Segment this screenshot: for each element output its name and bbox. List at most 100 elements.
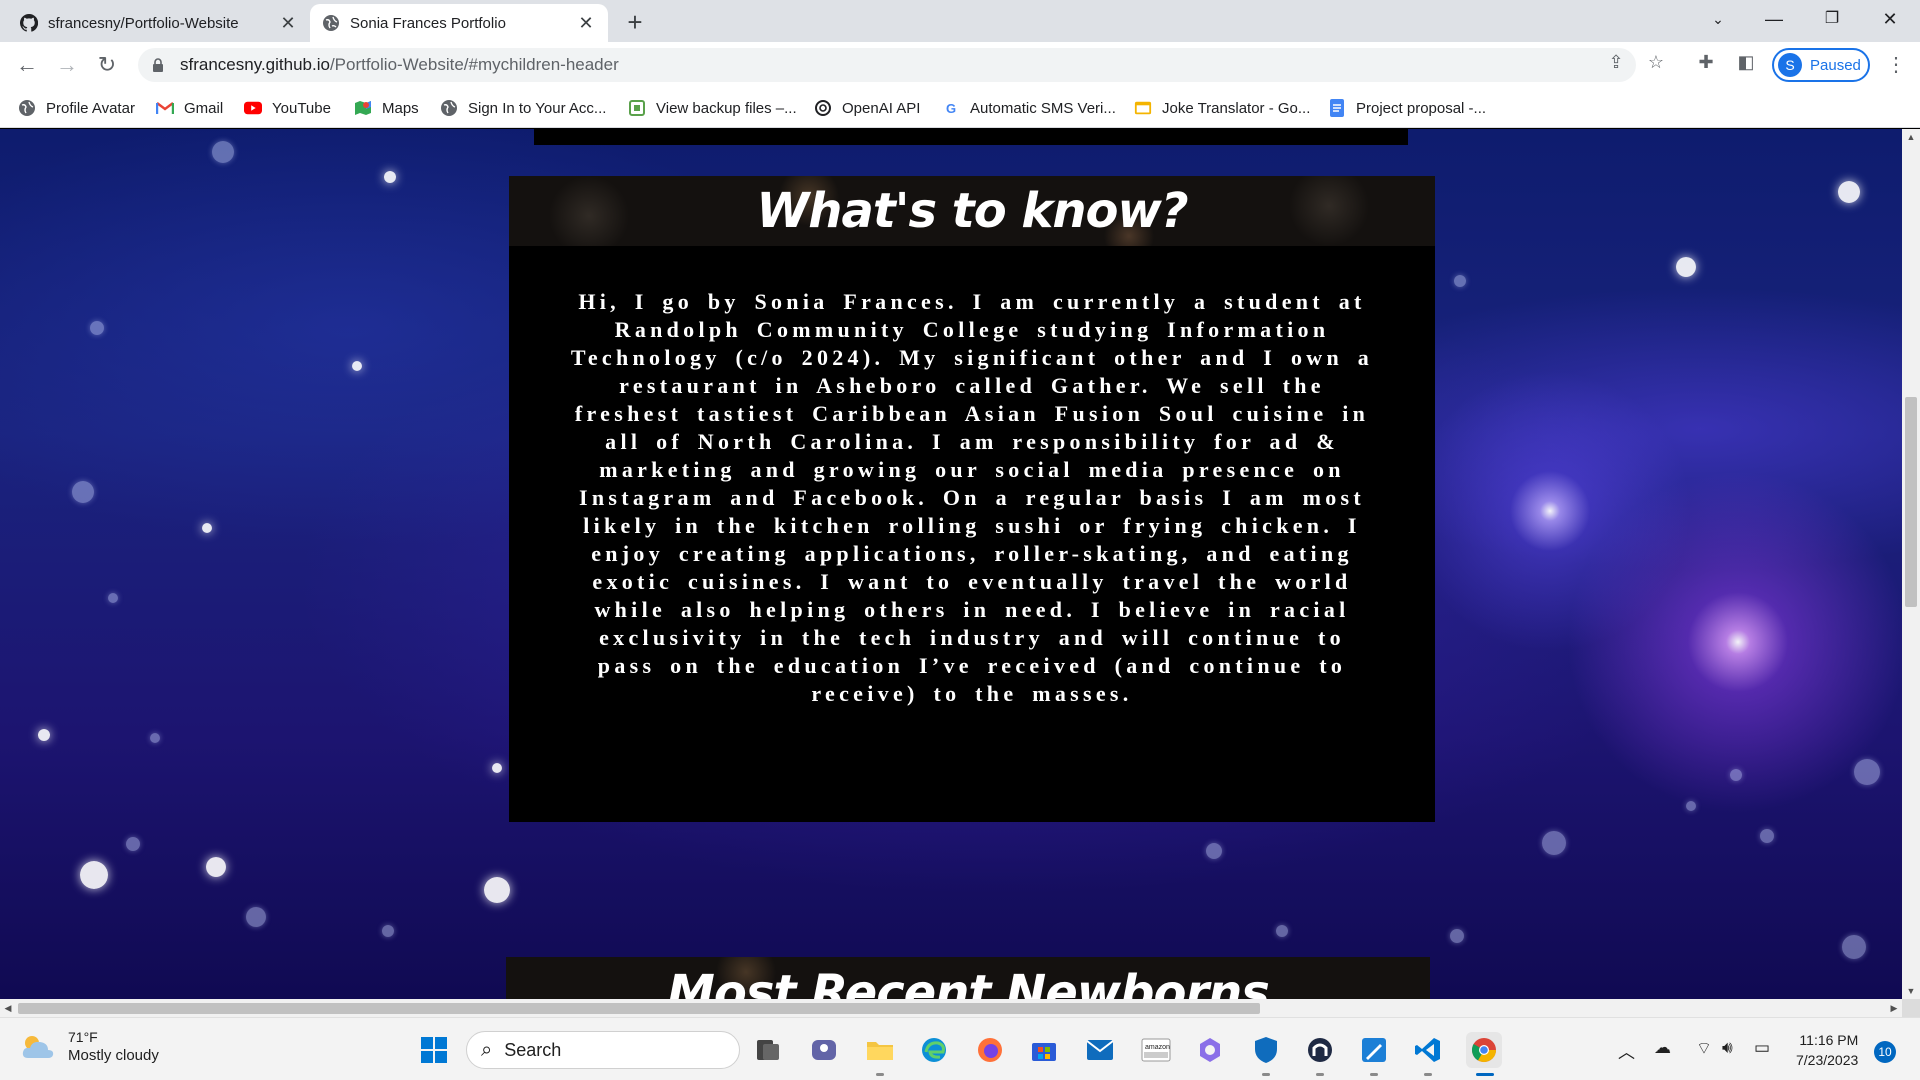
- share-icon[interactable]: ⇪: [1604, 50, 1628, 74]
- scrollbar-thumb[interactable]: [18, 1003, 1260, 1014]
- menu-icon[interactable]: ⋮: [1884, 50, 1908, 80]
- reload-icon[interactable]: ↻: [92, 50, 122, 80]
- bookmark-maps[interactable]: Maps: [354, 96, 419, 120]
- back-icon[interactable]: ←: [12, 50, 42, 80]
- paint-icon[interactable]: [1356, 1032, 1392, 1068]
- scrollbar-thumb[interactable]: [1905, 397, 1917, 607]
- running-indicator: [1370, 1073, 1378, 1076]
- previous-section-bottom: [534, 129, 1408, 145]
- store-icon[interactable]: [1026, 1032, 1062, 1068]
- bookmark-backup-files[interactable]: View backup files –...: [628, 96, 797, 120]
- star-decoration: [1842, 935, 1866, 959]
- google-icon: G: [945, 100, 957, 116]
- weather-temp: 71°F: [68, 1029, 98, 1045]
- weather-condition: Mostly cloudy: [68, 1047, 159, 1064]
- minimize-icon[interactable]: —: [1752, 4, 1796, 34]
- task-view-icon[interactable]: [750, 1032, 786, 1068]
- star-decoration: [206, 857, 226, 877]
- onedrive-icon[interactable]: ☁: [1654, 1038, 1671, 1058]
- url-path: /Portfolio-Website/#mychildren-header: [329, 55, 619, 74]
- bookmark-gmail[interactable]: Gmail: [156, 96, 223, 120]
- profile-button[interactable]: S Paused: [1772, 48, 1870, 82]
- teams-icon[interactable]: [806, 1032, 842, 1068]
- bookmark-label: OpenAI API: [842, 99, 921, 117]
- scroll-right-icon[interactable]: ▶: [1886, 999, 1902, 1017]
- scroll-left-icon[interactable]: ◀: [0, 999, 16, 1017]
- start-icon[interactable]: [416, 1032, 452, 1068]
- side-panel-icon[interactable]: ◧: [1734, 50, 1758, 74]
- notification-badge[interactable]: 10: [1874, 1041, 1896, 1063]
- amazon-icon[interactable]: amazon: [1138, 1032, 1174, 1068]
- bookmark-project-proposal[interactable]: Project proposal -...: [1328, 96, 1486, 120]
- wifi-icon[interactable]: ⌔: [1696, 1038, 1712, 1059]
- star-decoration: [1454, 275, 1466, 287]
- tab-title: Sonia Frances Portfolio: [350, 14, 506, 32]
- star-decoration: [384, 171, 396, 183]
- gmail-icon: [156, 99, 174, 117]
- bookmark-star-icon[interactable]: ☆: [1644, 50, 1668, 74]
- close-icon[interactable]: ✕: [576, 13, 596, 33]
- scroll-down-icon[interactable]: ▼: [1902, 983, 1920, 999]
- star-decoration: [1838, 181, 1860, 203]
- scroll-up-icon[interactable]: ▲: [1902, 129, 1920, 145]
- tab-search-icon[interactable]: ⌄: [1696, 4, 1740, 34]
- page-viewport[interactable]: What's to know? Hi, I go by Sonia France…: [0, 129, 1902, 999]
- lock-icon[interactable]: [152, 58, 166, 72]
- close-window-icon[interactable]: ✕: [1868, 4, 1912, 34]
- tab-strip: sfrancesny/Portfolio-Website ✕ Sonia Fra…: [0, 0, 1920, 42]
- github-icon: [20, 14, 38, 32]
- star-decoration: [1686, 801, 1696, 811]
- vscode-icon[interactable]: [1410, 1032, 1446, 1068]
- volume-icon[interactable]: 🔊︎: [1722, 1038, 1733, 1058]
- star-decoration: [246, 907, 266, 927]
- chrome-icon[interactable]: [1466, 1032, 1502, 1068]
- star-decoration: [150, 733, 160, 743]
- docs-icon: [1328, 99, 1346, 117]
- star-decoration: [352, 361, 362, 371]
- clock-time: 11:16 PM: [1799, 1032, 1859, 1048]
- star-decoration: [212, 141, 234, 163]
- battery-icon[interactable]: ▭: [1754, 1038, 1770, 1058]
- star-decoration: [38, 729, 50, 741]
- file-explorer-icon[interactable]: [862, 1032, 898, 1068]
- tab-portfolio[interactable]: Sonia Frances Portfolio ✕: [310, 4, 608, 42]
- forward-icon[interactable]: →: [52, 50, 82, 80]
- edge-icon[interactable]: [916, 1032, 952, 1068]
- chevron-up-icon[interactable]: ︿: [1618, 1038, 1635, 1063]
- bookmark-sms-verification[interactable]: G Automatic SMS Veri...: [942, 96, 1116, 120]
- mail-icon[interactable]: [1082, 1032, 1118, 1068]
- taskbar-search[interactable]: ⌕ Search: [466, 1031, 740, 1069]
- restore-icon[interactable]: ❐: [1810, 4, 1854, 34]
- new-tab-button[interactable]: +: [620, 8, 650, 38]
- bookmark-profile-avatar[interactable]: Profile Avatar: [18, 96, 135, 120]
- vpn-icon[interactable]: [1302, 1032, 1338, 1068]
- browser-toolbar: ← → ↻ sfrancesny.github.io/Portfolio-Web…: [0, 42, 1920, 88]
- youtube-icon: [244, 99, 262, 117]
- bookmark-youtube[interactable]: YouTube: [244, 96, 331, 120]
- star-decoration: [1676, 257, 1696, 277]
- bookmark-joke-translator[interactable]: Joke Translator - Go...: [1134, 96, 1310, 120]
- close-icon[interactable]: ✕: [278, 13, 298, 33]
- vertical-scrollbar[interactable]: ▲ ▼: [1902, 129, 1920, 999]
- svg-text:amazon: amazon: [1145, 1044, 1170, 1051]
- horizontal-scrollbar[interactable]: ◀ ▶: [0, 999, 1902, 1017]
- extensions-icon[interactable]: ✚: [1694, 50, 1718, 74]
- star-decoration: [382, 925, 394, 937]
- tab-github[interactable]: sfrancesny/Portfolio-Website ✕: [8, 4, 310, 42]
- defender-icon[interactable]: [1248, 1032, 1284, 1068]
- copilot-icon[interactable]: [1192, 1032, 1228, 1068]
- bookmark-openai[interactable]: OpenAI API: [814, 96, 920, 120]
- star-decoration: [1542, 831, 1566, 855]
- bookmark-label: Profile Avatar: [46, 99, 135, 117]
- about-header: What's to know?: [509, 176, 1435, 246]
- bookmark-sign-in[interactable]: Sign In to Your Acc...: [440, 96, 606, 120]
- profile-status: Paused: [1810, 56, 1861, 74]
- address-bar[interactable]: sfrancesny.github.io/Portfolio-Website/#…: [138, 48, 1636, 82]
- star-decoration: [108, 593, 118, 603]
- search-icon: ⌕: [481, 1038, 493, 1061]
- weather-widget[interactable]: 71°F Mostly cloudy: [20, 1028, 159, 1066]
- star-decoration: [1206, 843, 1222, 859]
- star-decoration: [1760, 829, 1774, 843]
- firefox-icon[interactable]: [972, 1032, 1008, 1068]
- system-clock[interactable]: 11:16 PM 7/23/2023: [1796, 1030, 1858, 1070]
